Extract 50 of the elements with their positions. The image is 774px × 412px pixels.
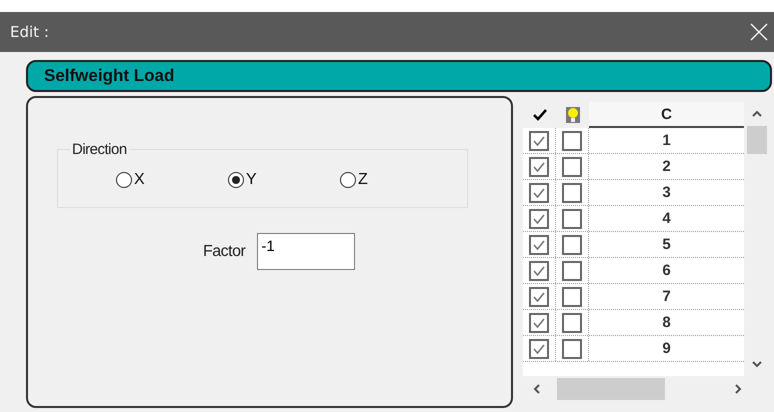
checkmark-icon [532, 316, 546, 328]
checkbox[interactable] [529, 182, 549, 202]
checkmark-icon [532, 134, 546, 146]
column-header[interactable]: C [589, 102, 744, 128]
radio-option[interactable]: Y [228, 170, 340, 188]
checkbox[interactable] [529, 156, 549, 176]
lightbulb-icon [566, 107, 580, 123]
radio-option[interactable]: Z [340, 170, 452, 188]
checkbox[interactable] [562, 208, 582, 228]
checkmark-icon [532, 160, 546, 172]
checkbox[interactable] [562, 260, 582, 280]
table-cell-text: 6 [661, 261, 672, 281]
table-cell-text: 7 [661, 287, 672, 307]
checkbox[interactable] [529, 234, 549, 254]
checkmark-icon [532, 212, 546, 224]
table-cell-text: 8 [661, 313, 672, 333]
checkmark-icon [532, 342, 546, 354]
table-cell-text: 1 [661, 131, 672, 151]
checkmark-icon [532, 290, 546, 302]
checkmark-icon [532, 186, 546, 198]
checkmark-icon [532, 238, 546, 250]
checkbox[interactable] [529, 338, 549, 358]
factor-label: Factor [203, 242, 246, 260]
checkbox[interactable] [529, 312, 549, 332]
checkmark-icon [532, 264, 546, 276]
table-cell-text: 2 [661, 157, 672, 177]
radio-option[interactable]: X [116, 170, 228, 188]
table-cell-text: 9 [661, 339, 672, 359]
checkbox[interactable] [529, 130, 549, 150]
window-title: Edit : [10, 23, 49, 41]
scrollbar-thumb[interactable] [747, 126, 767, 154]
factor-field[interactable]: -1 [257, 233, 356, 270]
checkbox[interactable] [562, 312, 582, 332]
table-cell-text: 5 [661, 235, 672, 255]
checkbox[interactable] [562, 156, 582, 176]
checkbox[interactable] [562, 286, 582, 306]
checkbox[interactable] [529, 286, 549, 306]
checkmark-icon [532, 109, 546, 121]
table-cell-text: 4 [661, 209, 672, 229]
checkbox[interactable] [562, 182, 582, 202]
group-legend: Direction [70, 141, 129, 158]
checkbox[interactable] [529, 260, 549, 280]
section-title: Selfweight Load [44, 66, 174, 86]
close-icon[interactable] [750, 23, 768, 41]
scrollbar-thumb[interactable] [557, 378, 665, 400]
checkbox[interactable] [562, 130, 582, 150]
table-cell-text: 3 [661, 183, 672, 203]
checkbox[interactable] [562, 234, 582, 254]
checkbox[interactable] [529, 208, 549, 228]
checkbox[interactable] [562, 338, 582, 358]
